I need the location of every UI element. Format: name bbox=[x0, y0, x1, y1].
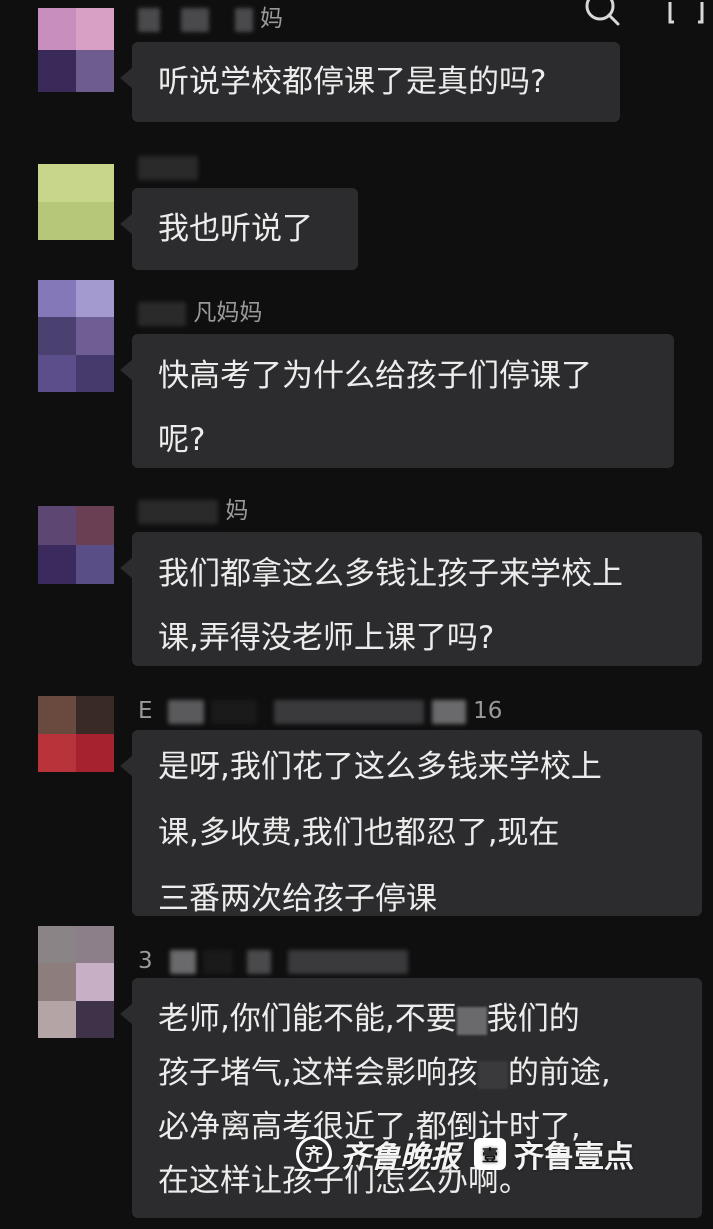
sender-name bbox=[138, 152, 198, 182]
sender-name: 妈 bbox=[138, 496, 248, 526]
app-badge-icon: 壹 bbox=[474, 1138, 506, 1170]
message-text: 孩子堵气,这样会影响孩 的前途, bbox=[158, 1046, 676, 1100]
brand-logo-icon: 齐 bbox=[296, 1136, 332, 1172]
message-text: 快高考了为什么给孩子们停课了 bbox=[158, 358, 592, 394]
message-text-part: 老师,你们能不能,不要 bbox=[158, 1001, 457, 1037]
bubble-tail bbox=[120, 214, 132, 234]
avatar[interactable] bbox=[38, 926, 114, 1038]
bubble-tail bbox=[120, 558, 132, 578]
message-text: 三番两次给孩子停课 bbox=[158, 881, 437, 917]
mosaic-redaction bbox=[477, 1060, 508, 1089]
avatar[interactable] bbox=[38, 164, 114, 240]
message-bubble[interactable]: 我也听说了 bbox=[120, 188, 358, 270]
message-text: 课,弄得没老师上课了吗? bbox=[158, 620, 495, 656]
avatar[interactable] bbox=[38, 280, 114, 392]
message-text: 是呀,我们花了这么多钱来学校上 bbox=[158, 749, 602, 785]
search-icon[interactable] bbox=[582, 0, 622, 32]
message-text-part: 孩子堵气,这样会影响孩 bbox=[158, 1055, 478, 1091]
message-bubble[interactable]: 听说学校都停课了是真的吗? bbox=[120, 42, 620, 122]
message-bubble[interactable]: 老师,你们能不能,不要 我们的 孩子堵气,这样会影响孩 的前途, 必净离高考很近了,… bbox=[120, 978, 702, 1218]
avatar[interactable] bbox=[38, 506, 114, 584]
sender-name: 3 bbox=[138, 946, 408, 976]
mosaic-redaction bbox=[456, 1006, 487, 1035]
message-text: 老师,你们能不能,不要 我们的 bbox=[158, 992, 676, 1046]
message-text: 听说学校都停课了是真的吗? bbox=[158, 64, 547, 100]
message-text-part: 的前途, bbox=[507, 1055, 611, 1091]
message-text: 呢? bbox=[158, 422, 206, 458]
message-bubble[interactable]: 我们都拿这么多钱让孩子来学校上 课,弄得没老师上课了吗? bbox=[120, 532, 702, 666]
message-bubble[interactable]: 是呀,我们花了这么多钱来学校上 课,多收费,我们也都忍了,现在 三番两次给孩子停… bbox=[120, 730, 702, 917]
sender-name: E 16 bbox=[138, 698, 503, 724]
person-icon[interactable] bbox=[666, 0, 706, 32]
sender-name: 凡妈妈 bbox=[138, 298, 262, 328]
message-bubble[interactable]: 快高考了为什么给孩子们停课了 呢? bbox=[120, 334, 674, 468]
app-text: 齐鲁壹点 bbox=[514, 1140, 634, 1175]
bubble-tail bbox=[120, 1004, 132, 1024]
message-text: 我也听说了 bbox=[158, 211, 313, 247]
bubble-tail bbox=[120, 756, 132, 776]
message-text: 课,多收费,我们也都忍了,现在 bbox=[158, 815, 560, 851]
message-text-part: 我们的 bbox=[486, 1001, 580, 1037]
brand-text: 齐鲁晚报 bbox=[340, 1140, 460, 1175]
sender-name: 妈 bbox=[138, 4, 283, 34]
message-text: 我们都拿这么多钱让孩子来学校上 bbox=[158, 556, 623, 592]
avatar[interactable] bbox=[38, 8, 114, 92]
bubble-tail bbox=[120, 68, 132, 88]
avatar[interactable] bbox=[38, 696, 114, 772]
watermark: 齐 齐鲁晚报 壹 齐鲁壹点 bbox=[296, 1132, 634, 1176]
bubble-tail bbox=[120, 360, 132, 380]
